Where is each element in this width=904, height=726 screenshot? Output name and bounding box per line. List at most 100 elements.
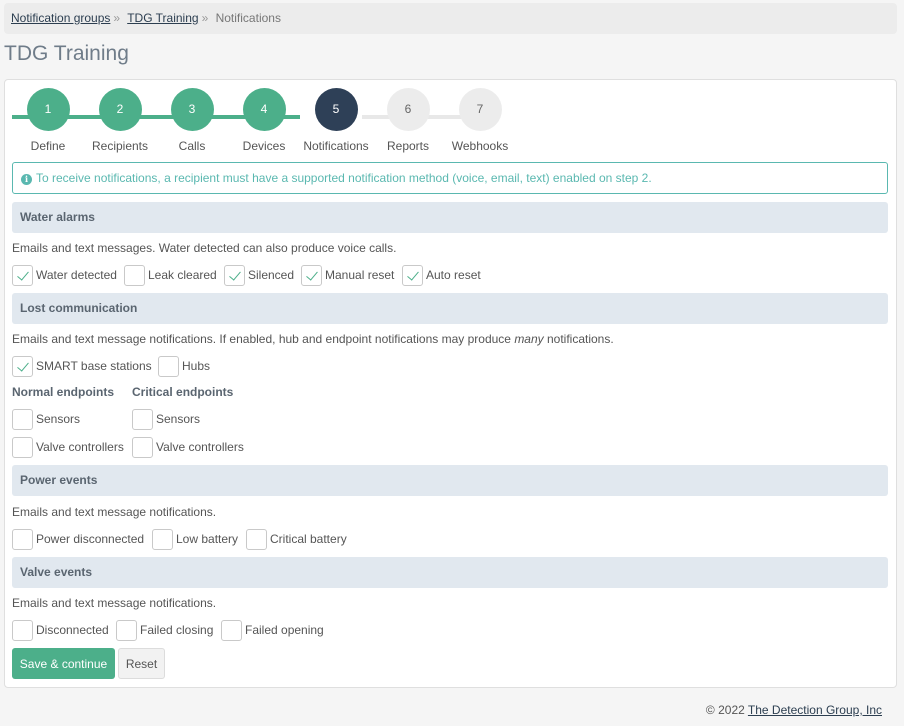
checkbox-box[interactable]: [402, 264, 423, 286]
step-define[interactable]: 1 Define: [8, 88, 88, 153]
checkbox-box[interactable]: [132, 436, 153, 458]
checkbox-critical-sensors[interactable]: Sensors: [132, 408, 200, 430]
checkbox-label: Water detected: [36, 268, 117, 282]
checkbox-hubs[interactable]: Hubs: [158, 355, 210, 377]
checkbox-normal-valve-controllers[interactable]: Valve controllers: [12, 436, 124, 458]
checkbox-smart-base-stations[interactable]: SMART base stations: [12, 355, 152, 377]
step-circle: 2: [98, 88, 142, 131]
checkbox-label: Low battery: [176, 532, 239, 546]
lost-communication-description: Emails and text message notifications. I…: [12, 332, 614, 346]
checkbox-label: Failed closing: [140, 623, 214, 637]
step-webhooks[interactable]: 7 Webhooks: [440, 88, 520, 153]
checkbox-box[interactable]: [124, 264, 145, 286]
step-circle: 4: [242, 88, 286, 131]
step-label: Calls: [178, 139, 206, 153]
info-text: To receive notifications, a recipient mu…: [36, 171, 652, 185]
section-header-valve-events: Valve events: [12, 557, 888, 588]
section-header-lost-communication: Lost communication: [12, 293, 888, 324]
checkbox-label: Critical battery: [270, 532, 347, 546]
step-circle: 5: [314, 88, 358, 131]
description-text: notifications.: [543, 332, 614, 346]
breadcrumb: Notification groups» TDG Training» Notif…: [4, 3, 897, 34]
step-circle: 1: [26, 88, 70, 131]
checkbox-box[interactable]: [12, 436, 33, 458]
section-header-power-events: Power events: [12, 465, 888, 496]
checkbox-label: SMART base stations: [36, 359, 152, 373]
checkbox-box[interactable]: [12, 408, 33, 430]
checkbox-label: Sensors: [36, 412, 81, 426]
checkbox-power-disconnected[interactable]: Power disconnected: [12, 528, 144, 550]
checkbox-label: Leak cleared: [148, 268, 217, 282]
checkbox-critical-battery[interactable]: Critical battery: [246, 528, 347, 550]
checkbox-auto-reset[interactable]: Auto reset: [402, 264, 481, 286]
checkbox-box[interactable]: [12, 264, 33, 286]
step-circle: 6: [386, 88, 430, 131]
checkbox-label: Disconnected: [36, 623, 109, 637]
step-reports[interactable]: 6 Reports: [368, 88, 448, 153]
checkbox-disconnected[interactable]: Disconnected: [12, 619, 109, 641]
checkbox-label: Auto reset: [426, 268, 481, 282]
checkbox-box[interactable]: [224, 264, 245, 286]
description-text: Emails and text message notifications. I…: [12, 332, 515, 346]
breadcrumb-separator: »: [113, 11, 121, 25]
checkbox-failed-opening[interactable]: Failed opening: [221, 619, 324, 641]
notifications-card: 1 Define 2 Recipients 3 Calls 4 Devices …: [4, 79, 897, 688]
step-devices[interactable]: 4 Devices: [224, 88, 304, 153]
checkbox-box[interactable]: [132, 408, 153, 430]
checkbox-normal-sensors[interactable]: Sensors: [12, 408, 80, 430]
power-events-description: Emails and text message notifications.: [12, 505, 217, 519]
checkbox-label: Silenced: [248, 268, 295, 282]
checkbox-label: Hubs: [182, 359, 211, 373]
step-circle: 3: [170, 88, 214, 131]
checkbox-box[interactable]: [158, 355, 179, 377]
company-link[interactable]: The Detection Group, Inc: [748, 703, 882, 717]
checkbox-low-battery[interactable]: Low battery: [152, 528, 238, 550]
step-notifications[interactable]: 5 Notifications: [296, 88, 376, 153]
normal-endpoints-heading: Normal endpoints: [12, 385, 115, 399]
section-header-water-alarms: Water alarms: [12, 202, 888, 233]
breadcrumb-current: Notifications: [215, 11, 281, 25]
checkbox-box[interactable]: [221, 619, 242, 641]
step-recipients[interactable]: 2 Recipients: [80, 88, 160, 153]
checkbox-manual-reset[interactable]: Manual reset: [301, 264, 394, 286]
checkbox-box[interactable]: [152, 528, 173, 550]
checkbox-failed-closing[interactable]: Failed closing: [116, 619, 213, 641]
info-icon: i: [21, 174, 32, 185]
checkbox-label: Valve controllers: [36, 440, 124, 454]
critical-endpoints-heading: Critical endpoints: [132, 385, 234, 399]
footer: © 2022 The Detection Group, Inc: [706, 703, 882, 717]
step-label: Reports: [386, 139, 430, 153]
step-label: Recipients: [91, 139, 149, 153]
checkbox-critical-valve-controllers[interactable]: Valve controllers: [132, 436, 244, 458]
step-label: Devices: [242, 139, 286, 153]
checkbox-box[interactable]: [12, 355, 33, 377]
checkbox-box[interactable]: [116, 619, 137, 641]
breadcrumb-link-group[interactable]: TDG Training: [127, 11, 198, 25]
water-alarms-description: Emails and text messages. Water detected…: [12, 241, 397, 255]
checkbox-label: Manual reset: [325, 268, 395, 282]
step-label: Define: [30, 139, 66, 153]
copyright-text: © 2022: [705, 703, 745, 717]
step-calls[interactable]: 3 Calls: [152, 88, 232, 153]
step-circle: 7: [458, 88, 502, 131]
breadcrumb-link-notification-groups[interactable]: Notification groups: [11, 11, 110, 25]
save-continue-button[interactable]: Save & continue: [12, 648, 115, 679]
valve-events-description: Emails and text message notifications.: [12, 596, 217, 610]
step-label: Notifications: [303, 139, 369, 153]
checkbox-silenced[interactable]: Silenced: [224, 264, 294, 286]
checkbox-box[interactable]: [246, 528, 267, 550]
checkbox-leak-cleared[interactable]: Leak cleared: [124, 264, 217, 286]
reset-button[interactable]: Reset: [118, 648, 165, 679]
description-emphasis: many: [514, 332, 544, 346]
checkbox-label: Sensors: [156, 412, 201, 426]
checkbox-box[interactable]: [12, 619, 33, 641]
page-title: TDG Training: [4, 42, 129, 65]
checkbox-water-detected[interactable]: Water detected: [12, 264, 117, 286]
checkbox-box[interactable]: [12, 528, 33, 550]
wizard-stepper: 1 Define 2 Recipients 3 Calls 4 Devices …: [12, 88, 512, 156]
checkbox-box[interactable]: [301, 264, 322, 286]
checkbox-label: Failed opening: [245, 623, 324, 637]
step-label: Webhooks: [451, 139, 509, 153]
checkbox-label: Valve controllers: [156, 440, 244, 454]
breadcrumb-separator: »: [201, 11, 209, 25]
